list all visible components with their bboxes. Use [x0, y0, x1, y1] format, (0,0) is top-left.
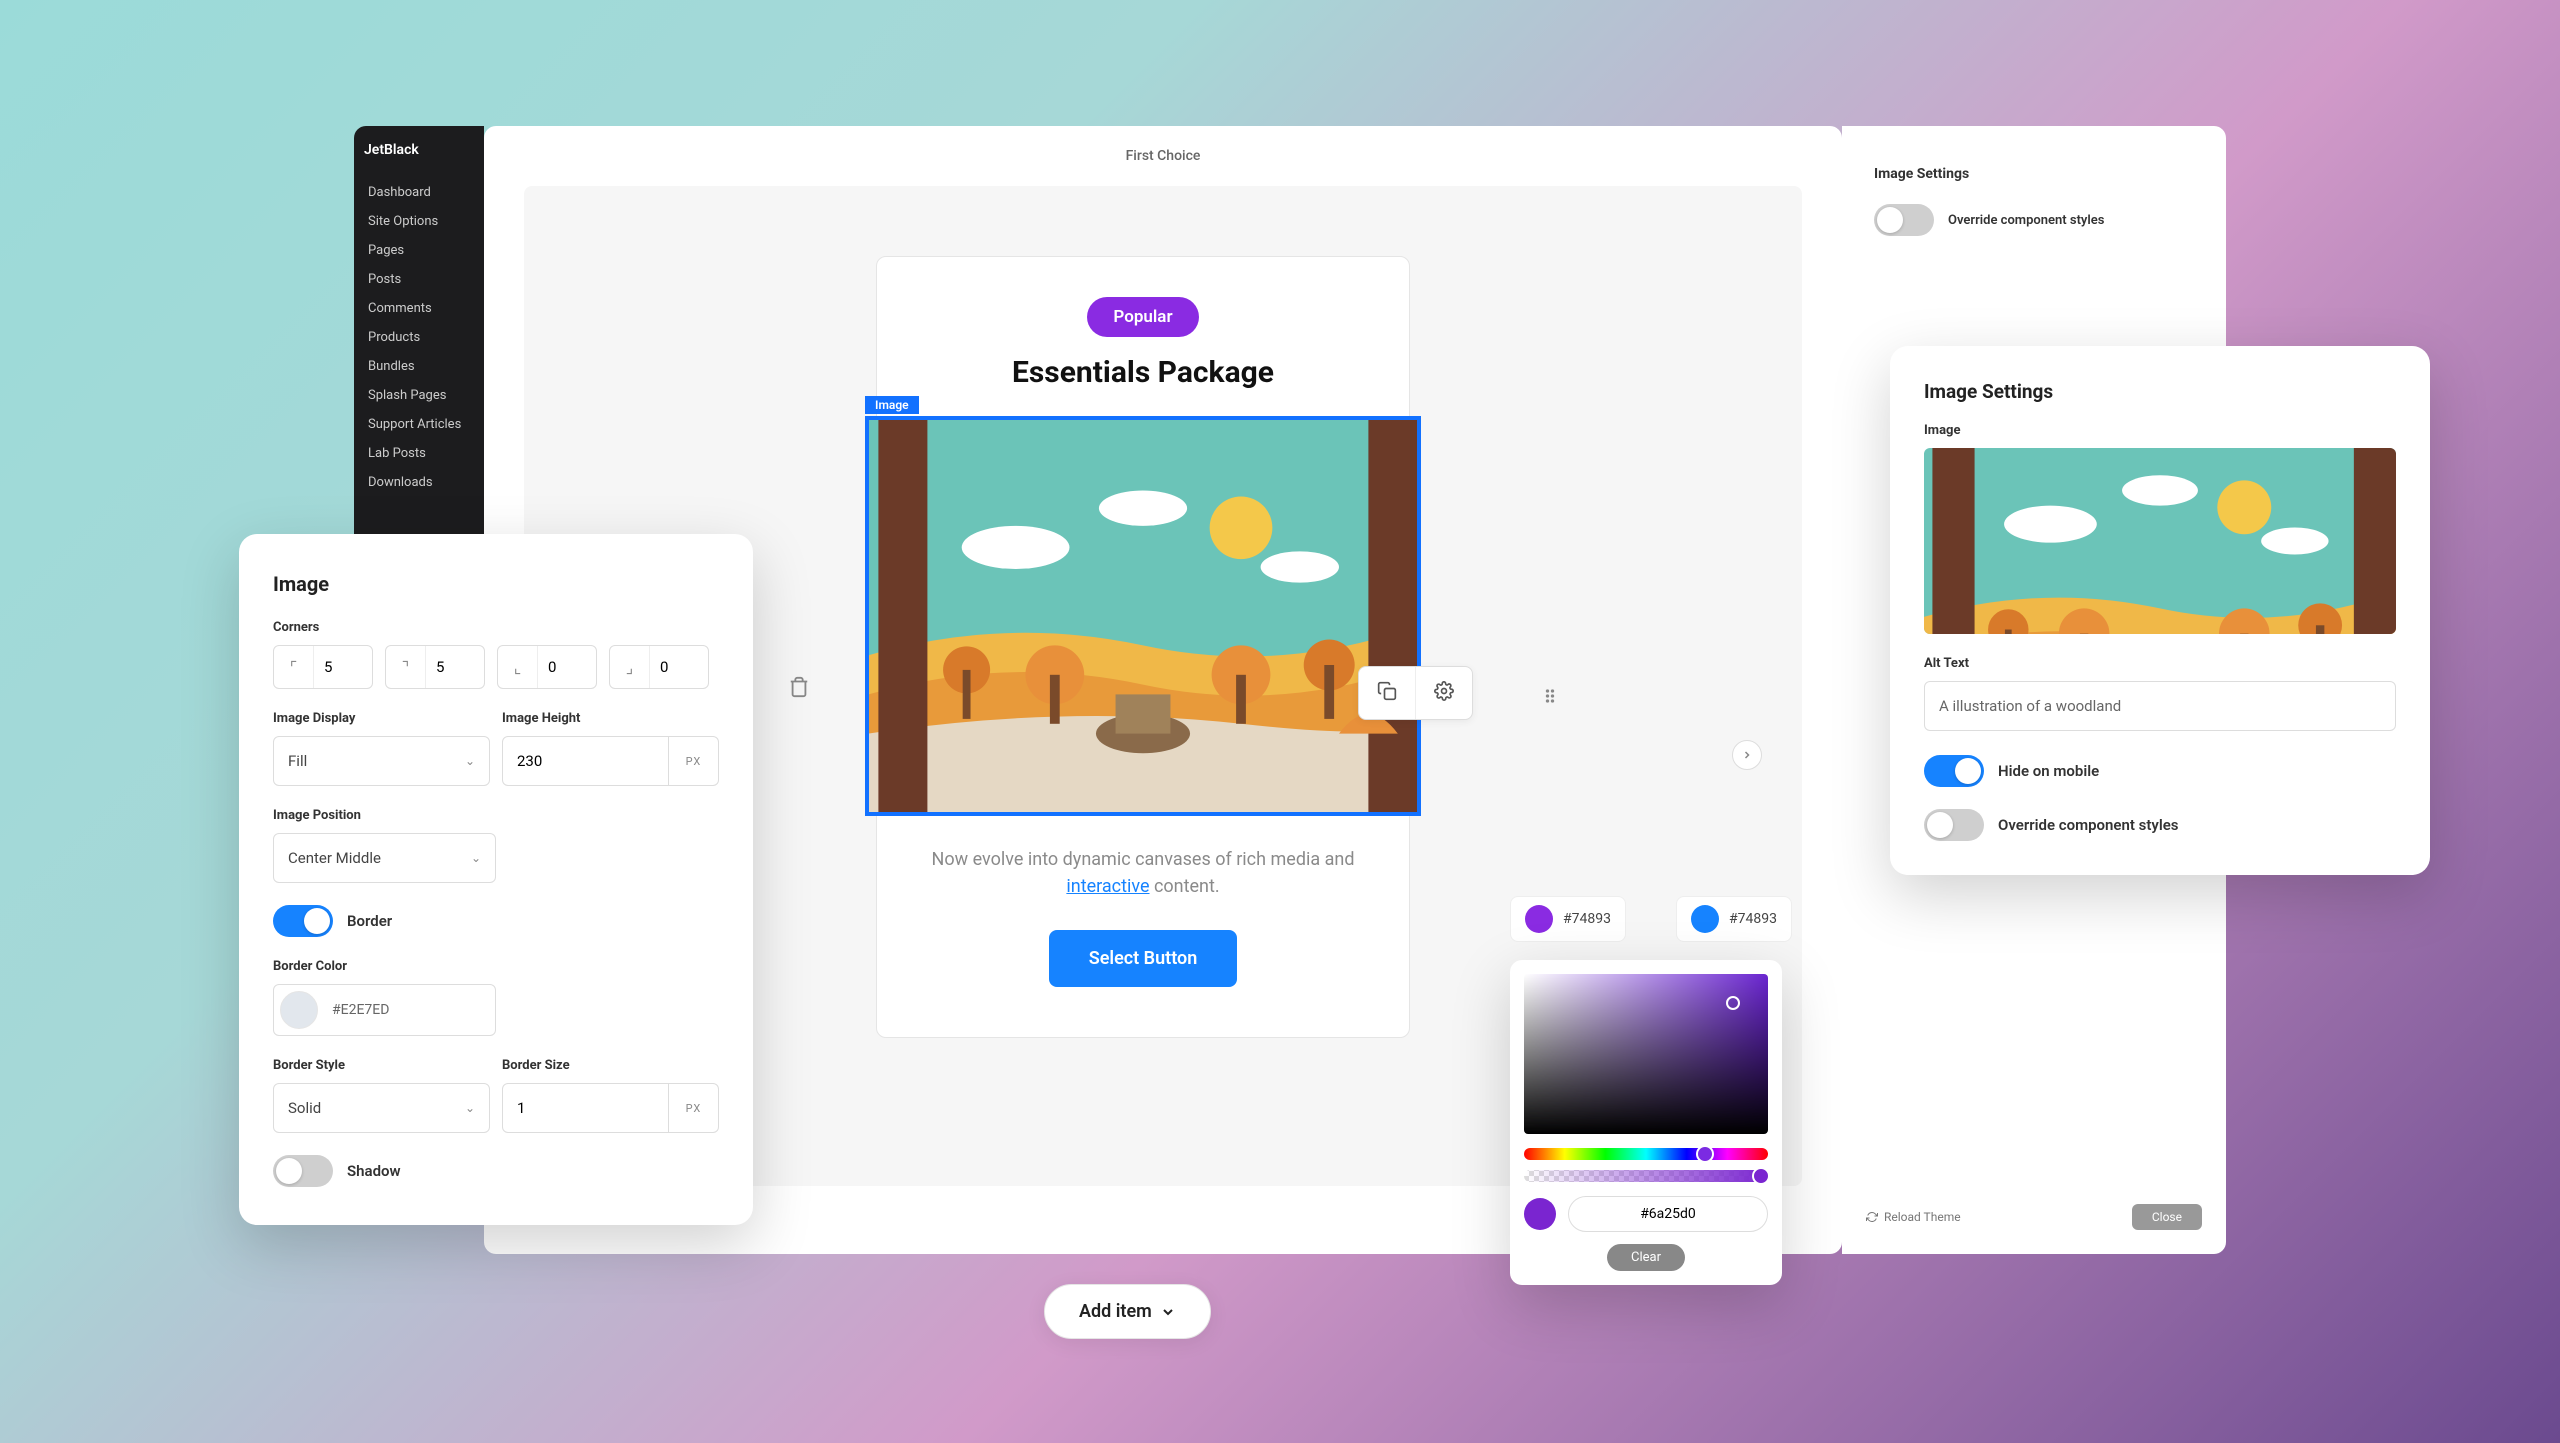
corner-tr-icon: ⌝: [386, 646, 426, 688]
right-panel-title: Image Settings: [1874, 166, 2194, 182]
override-styles-toggle[interactable]: [1874, 204, 1934, 236]
sidebar-item-lab-posts[interactable]: Lab Posts: [364, 439, 474, 468]
image-preview[interactable]: [1924, 448, 2396, 634]
card-title: Essentials Package: [909, 355, 1377, 390]
border-color-label: Border Color: [273, 959, 719, 974]
alt-text-label: Alt Text: [1924, 656, 2396, 671]
image-block-tag: Image: [865, 396, 919, 414]
sidebar-item-products[interactable]: Products: [364, 323, 474, 352]
sidebar-item-dashboard[interactable]: Dashboard: [364, 178, 474, 207]
expand-panel-button[interactable]: [1732, 740, 1762, 770]
border-style-label: Border Style: [273, 1058, 490, 1073]
card-image-block[interactable]: Image: [865, 416, 1421, 816]
duplicate-button[interactable]: [1359, 667, 1416, 719]
corner-bl-input[interactable]: ⌞: [497, 645, 597, 689]
hue-slider[interactable]: [1524, 1148, 1768, 1160]
image-display-select[interactable]: Fill⌄: [273, 736, 490, 786]
hide-mobile-label: Hide on mobile: [1998, 762, 2099, 780]
border-color-picker[interactable]: #E2E7ED: [273, 984, 496, 1036]
corner-tr-input[interactable]: ⌝: [385, 645, 485, 689]
sidebar-item-posts[interactable]: Posts: [364, 265, 474, 294]
chevron-down-icon: ⌄: [465, 1101, 475, 1115]
border-toggle[interactable]: [273, 905, 333, 937]
override-styles-label: Override component styles: [1948, 213, 2104, 228]
copy-icon: [1377, 681, 1397, 701]
block-toolbar: [1358, 666, 1473, 720]
image-height-unit: PX: [669, 736, 719, 786]
sidebar-item-pages[interactable]: Pages: [364, 236, 474, 265]
interactive-link[interactable]: interactive: [1066, 876, 1149, 897]
card-description: Now evolve into dynamic canvases of rich…: [909, 846, 1377, 900]
hide-mobile-toggle[interactable]: [1924, 755, 1984, 787]
border-color-swatch: [280, 991, 318, 1029]
sidebar-item-downloads[interactable]: Downloads: [364, 468, 474, 497]
picker-cursor[interactable]: [1726, 996, 1740, 1010]
color-saturation-picker[interactable]: [1524, 974, 1768, 1134]
sidebar-item-site-options[interactable]: Site Options: [364, 207, 474, 236]
image-style-panel: Image Corners ⌜ ⌝ ⌞ ⌟ Image Display Fill…: [239, 534, 753, 1225]
color-picker-popover: Clear: [1510, 960, 1782, 1285]
sidebar-item-comments[interactable]: Comments: [364, 294, 474, 323]
override-component-toggle[interactable]: [1924, 809, 1984, 841]
chevron-down-icon: ⌄: [471, 851, 481, 865]
settings-card-title: Image Settings: [1924, 380, 2396, 403]
override-component-label: Override component styles: [1998, 816, 2179, 834]
alpha-slider[interactable]: [1524, 1170, 1768, 1182]
editor-tab-title: First Choice: [484, 126, 1842, 186]
pricing-card[interactable]: Popular Essentials Package Image Now evo…: [876, 256, 1410, 1038]
admin-sidebar: JetBlack Dashboard Site Options Pages Po…: [354, 126, 484, 534]
image-display-label: Image Display: [273, 711, 490, 726]
current-color-swatch: [1524, 1198, 1556, 1230]
alt-text-input[interactable]: [1924, 681, 2396, 731]
image-height-label: Image Height: [502, 711, 719, 726]
delete-button[interactable]: [788, 676, 810, 702]
trash-icon: [788, 676, 810, 698]
drag-handle[interactable]: [1540, 686, 1560, 710]
drag-icon: [1540, 686, 1560, 706]
color-chip-purple[interactable]: #74893: [1510, 896, 1626, 942]
alpha-knob[interactable]: [1752, 1167, 1770, 1185]
reload-theme-link[interactable]: Reload Theme: [1866, 1210, 1961, 1224]
chevron-right-icon: [1741, 749, 1753, 761]
border-size-input[interactable]: [502, 1083, 669, 1133]
sidebar-item-support-articles[interactable]: Support Articles: [364, 410, 474, 439]
border-toggle-label: Border: [347, 912, 392, 930]
select-button[interactable]: Select Button: [1049, 930, 1238, 987]
image-preview-label: Image: [1924, 423, 2396, 438]
corners-label: Corners: [273, 620, 719, 635]
sidebar-item-bundles[interactable]: Bundles: [364, 352, 474, 381]
image-height-input[interactable]: [502, 736, 669, 786]
popular-badge: Popular: [1087, 297, 1198, 337]
card-image[interactable]: [865, 416, 1421, 816]
refresh-icon: [1866, 1211, 1878, 1223]
brand-label: JetBlack: [364, 142, 474, 158]
image-settings-card: Image Settings Image Alt Text Hide on mo…: [1890, 346, 2430, 875]
settings-button[interactable]: [1416, 667, 1472, 719]
shadow-toggle-label: Shadow: [347, 1162, 401, 1180]
corner-br-icon: ⌟: [610, 646, 650, 688]
chevron-down-icon: [1160, 1304, 1176, 1320]
image-position-select[interactable]: Center Middle⌄: [273, 833, 496, 883]
hue-knob[interactable]: [1696, 1145, 1714, 1163]
border-style-select[interactable]: Solid⌄: [273, 1083, 490, 1133]
sidebar-item-splash-pages[interactable]: Splash Pages: [364, 381, 474, 410]
corner-tl-input[interactable]: ⌜: [273, 645, 373, 689]
clear-color-button[interactable]: Clear: [1607, 1244, 1685, 1271]
corner-bl-icon: ⌞: [498, 646, 538, 688]
close-button[interactable]: Close: [2132, 1204, 2202, 1230]
color-dot-icon: [1525, 905, 1553, 933]
hex-input[interactable]: [1568, 1196, 1768, 1232]
corner-tl-icon: ⌜: [274, 646, 314, 688]
color-chip-blue[interactable]: #74893: [1676, 896, 1792, 942]
chevron-down-icon: ⌄: [465, 754, 475, 768]
corner-br-input[interactable]: ⌟: [609, 645, 709, 689]
image-panel-title: Image: [273, 572, 719, 596]
border-size-unit: PX: [669, 1083, 719, 1133]
add-item-button[interactable]: Add item: [1044, 1284, 1211, 1339]
image-position-label: Image Position: [273, 808, 496, 823]
color-dot-icon: [1691, 905, 1719, 933]
gear-icon: [1434, 681, 1454, 701]
border-size-label: Border Size: [502, 1058, 719, 1073]
shadow-toggle[interactable]: [273, 1155, 333, 1187]
